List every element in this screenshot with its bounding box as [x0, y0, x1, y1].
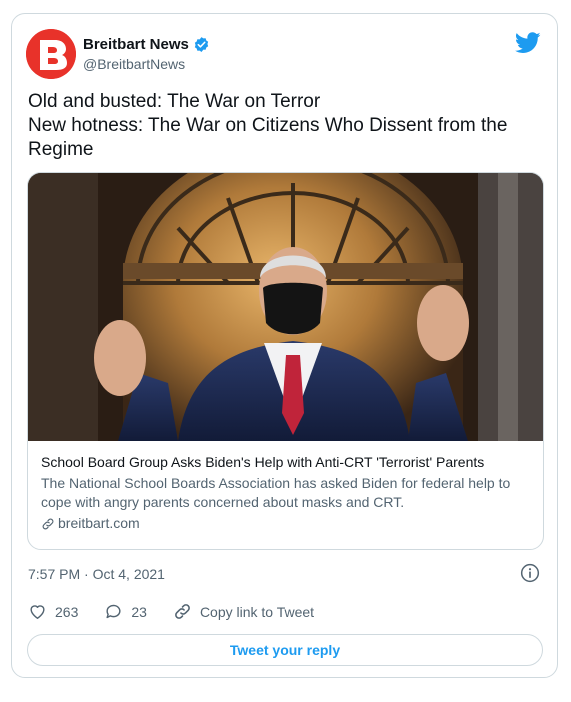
- info-icon[interactable]: [520, 563, 540, 583]
- author-name-row[interactable]: Breitbart News: [83, 36, 210, 53]
- link-domain[interactable]: breitbart.com: [58, 514, 140, 533]
- tweet-line: Old and busted: The War on Terror: [28, 91, 321, 112]
- link-description: The National School Boards Association h…: [41, 475, 511, 510]
- like-count: 263: [55, 603, 79, 620]
- tweet-timestamp[interactable]: 7:57 PM · Oct 4, 2021: [28, 566, 165, 582]
- reply-bubble-icon: [106, 604, 121, 619]
- link-icon: [175, 604, 190, 619]
- like-button[interactable]: 263: [28, 602, 78, 621]
- tweet-text: Old and busted: The War on Terror New ho…: [28, 90, 538, 162]
- tweet-card[interactable]: Breitbart News @BreitbartNews Old and bu…: [11, 13, 558, 678]
- tweet-your-reply-button[interactable]: Tweet your reply: [27, 634, 543, 666]
- reply-count: 23: [131, 603, 147, 620]
- link-icon: [42, 518, 54, 529]
- copy-link-label: Copy link to Tweet: [199, 603, 315, 620]
- tweet-line: Regime: [28, 139, 94, 160]
- author-handle[interactable]: @BreitbartNews: [83, 56, 185, 72]
- twitter-bird-icon[interactable]: [515, 32, 541, 54]
- link-domain-row[interactable]: breitbart.com: [41, 514, 535, 533]
- copy-link-button[interactable]: Copy link to Tweet: [173, 602, 314, 621]
- author-avatar[interactable]: [26, 29, 76, 79]
- breitbart-logo-icon: [26, 29, 76, 79]
- tweet-actions: 263 23 Copy link to Tweet: [28, 602, 340, 621]
- verified-badge-icon: [194, 37, 209, 52]
- link-preview-card[interactable]: School Board Group Asks Biden's Help wit…: [27, 172, 544, 550]
- link-title[interactable]: School Board Group Asks Biden's Help wit…: [41, 453, 535, 472]
- tweet-line: New hotness: The War on Citizens Who Dis…: [28, 115, 508, 136]
- reply-count-button[interactable]: 23: [104, 602, 147, 621]
- heart-icon: [30, 605, 45, 619]
- article-photo[interactable]: [28, 173, 544, 441]
- author-name[interactable]: Breitbart News: [83, 36, 189, 53]
- link-meta[interactable]: School Board Group Asks Biden's Help wit…: [41, 453, 535, 533]
